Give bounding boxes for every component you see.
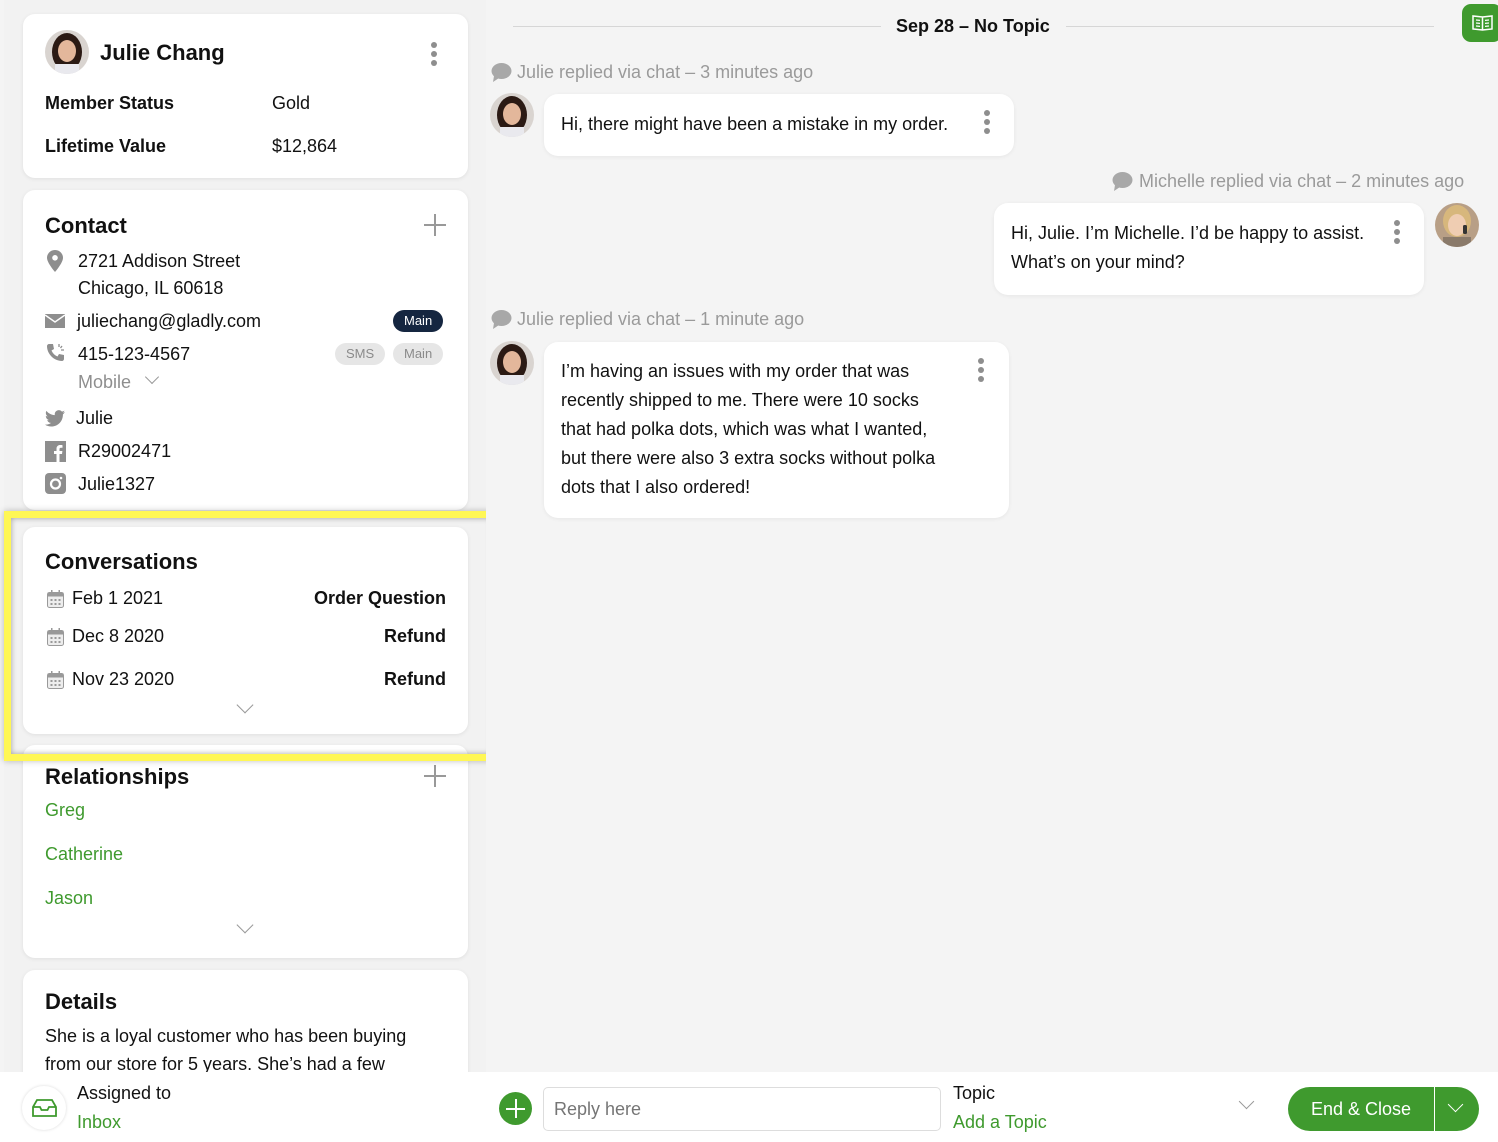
message-bubble: Hi, there might have been a mistake in m… — [544, 94, 1014, 156]
phone-type-label: Mobile — [78, 372, 132, 392]
address-line-2: Chicago, IL 60618 — [78, 278, 224, 298]
message-text-line: I’m having an issues with my order that … — [561, 361, 910, 381]
end-and-close-options-button[interactable] — [1435, 1087, 1479, 1131]
customer-name: Julie Chang — [100, 40, 225, 65]
conversation-item[interactable]: Nov 23 2020 Refund — [45, 668, 446, 694]
conversation-item[interactable]: Feb 1 2021 Order Question — [45, 587, 446, 613]
lifetime-value-value: $12,864 — [272, 136, 338, 156]
header-divider-left — [513, 26, 881, 27]
conversation-topic: Order Question — [313, 588, 446, 608]
phone-type-dropdown[interactable]: Mobile — [78, 369, 160, 393]
conversation-topic: Refund — [384, 669, 446, 689]
conversations-title: Conversations — [45, 549, 198, 574]
customer-profile-card: Julie Chang Member Status Gold Lifetime … — [23, 14, 468, 178]
instagram-handle[interactable]: Julie1327 — [78, 474, 155, 495]
add-relationship-button[interactable] — [424, 765, 446, 787]
julie-avatar — [490, 341, 534, 385]
conversation-date: Dec 8 2020 — [72, 626, 165, 646]
reply-input[interactable] — [543, 1087, 941, 1131]
location-pin-icon — [47, 250, 63, 277]
relationships-card: Relationships Greg Catherine Jason — [23, 745, 468, 958]
calendar-icon — [47, 628, 64, 651]
customer-menu-button[interactable] — [431, 42, 437, 66]
chevron-down-icon — [1238, 1093, 1255, 1110]
message-text-line: recently shipped to me. There were 10 so… — [561, 390, 919, 410]
message-bubble: Hi, Julie. I’m Michelle. I’d be happy to… — [994, 203, 1424, 295]
chat-bubble-icon — [491, 310, 512, 335]
relationship-link[interactable]: Greg — [45, 800, 85, 821]
conversation-date: Feb 1 2021 — [72, 588, 164, 608]
julie-avatar — [490, 93, 534, 137]
phone-sms-badge: SMS — [335, 343, 386, 365]
assigned-to-inbox-link[interactable]: Inbox — [77, 1112, 121, 1133]
assignment-button[interactable] — [22, 1086, 66, 1130]
twitter-icon — [45, 410, 65, 432]
message-meta: Julie replied via chat – 1 minute ago — [517, 309, 805, 329]
conversation-timeline: Sep 28 – No Topic Julie replied via chat… — [486, 0, 1498, 1072]
facebook-icon — [45, 441, 66, 467]
message-menu-button[interactable] — [1394, 220, 1400, 244]
conversation-topic: Refund — [384, 626, 446, 646]
member-status-value: Gold — [272, 93, 311, 113]
end-and-close-button[interactable]: End & Close — [1288, 1087, 1434, 1131]
facebook-id[interactable]: R29002471 — [78, 441, 171, 462]
topic-label: Topic — [953, 1083, 996, 1103]
phone-number[interactable]: 415-123-4567 — [78, 344, 190, 365]
message-meta: Julie replied via chat – 3 minutes ago — [517, 62, 814, 82]
contact-card: Contact 2721 Addison Street Chicago, IL … — [23, 190, 468, 510]
message-menu-button[interactable] — [978, 358, 984, 382]
message-text-line: dots that I also ordered! — [561, 477, 751, 497]
conversations-card: Conversations Feb 1 2021 Order Question … — [23, 527, 468, 734]
inbox-icon — [32, 1099, 57, 1122]
address-line-1: 2721 Addison Street — [78, 251, 241, 271]
chevron-down-icon — [236, 696, 254, 714]
phone-main-badge: Main — [393, 343, 444, 365]
message-text-line: Hi, Julie. I’m Michelle. I’d be happy to… — [1011, 223, 1365, 243]
conversation-item[interactable]: Dec 8 2020 Refund — [45, 625, 446, 651]
chat-bubble-icon — [491, 63, 512, 88]
phone-icon — [45, 342, 67, 369]
contact-title: Contact — [45, 213, 127, 238]
calendar-icon — [47, 671, 64, 694]
chevron-down-icon — [144, 369, 160, 385]
knowledge-base-button[interactable] — [1462, 4, 1498, 42]
twitter-handle[interactable]: Julie — [76, 408, 113, 429]
message-bubble: I’m having an issues with my order that … — [544, 342, 1009, 518]
message-meta: Michelle replied via chat – 2 minutes ag… — [1139, 171, 1465, 191]
conversation-header: Sep 28 – No Topic — [896, 16, 1050, 36]
assigned-to-label: Assigned to — [77, 1083, 172, 1103]
michelle-avatar — [1435, 203, 1479, 247]
composer-footer: Assigned to Inbox Topic Add a Topic End … — [0, 1072, 1498, 1142]
email-main-badge: Main — [393, 310, 444, 332]
expand-relationships-button[interactable] — [231, 916, 259, 937]
expand-conversations-button[interactable] — [231, 696, 259, 719]
customer-avatar — [45, 30, 89, 74]
instagram-icon — [45, 473, 66, 499]
message-text-line: that had polka dots, which was what I wa… — [561, 419, 928, 439]
details-text-line-1: She is a loyal customer who has been buy… — [45, 1026, 407, 1046]
member-status-label: Member Status — [45, 93, 175, 113]
details-title: Details — [45, 989, 118, 1014]
add-contact-button[interactable] — [424, 214, 446, 236]
lifetime-value-label: Lifetime Value — [45, 136, 167, 156]
message-text-line: What’s on your mind? — [1011, 252, 1185, 272]
header-divider-right — [1066, 26, 1434, 27]
relationship-link[interactable]: Catherine — [45, 844, 123, 865]
chat-bubble-icon — [1112, 172, 1133, 197]
calendar-icon — [47, 590, 64, 613]
chevron-down-icon — [236, 916, 254, 934]
add-topic-link[interactable]: Add a Topic — [953, 1112, 1047, 1133]
relationships-title: Relationships — [45, 764, 190, 789]
chevron-down-icon — [1447, 1096, 1464, 1113]
relationship-link[interactable]: Jason — [45, 888, 93, 909]
add-attachment-button[interactable] — [499, 1092, 532, 1125]
open-book-icon — [1472, 14, 1493, 36]
message-text-line: but there were also 3 extra socks withou… — [561, 448, 936, 468]
message-text: Hi, there might have been a mistake in m… — [561, 114, 949, 134]
conversation-date: Nov 23 2020 — [72, 669, 175, 689]
topic-dropdown-toggle[interactable] — [1236, 1093, 1258, 1116]
envelope-icon — [44, 314, 66, 333]
message-menu-button[interactable] — [984, 110, 990, 134]
email-address[interactable]: juliechang@gladly.com — [77, 311, 261, 332]
